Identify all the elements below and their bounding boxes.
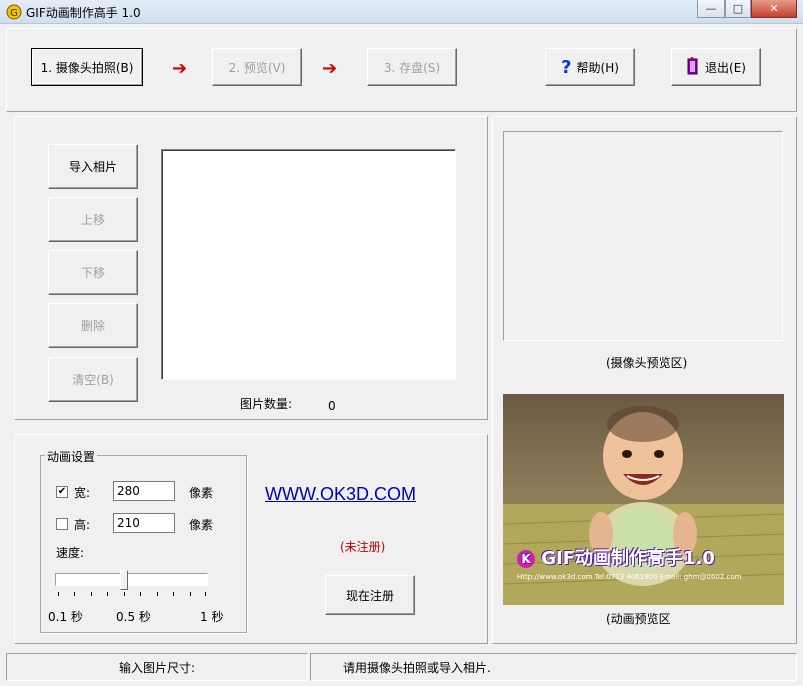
slider-tick xyxy=(140,592,141,596)
arrow-right-icon: ➔ xyxy=(322,58,338,79)
overlay-title: K GIF动画制作高手1.0 xyxy=(517,544,715,570)
help-button[interactable]: ? 帮助(H) xyxy=(545,48,635,86)
width-label: 宽: xyxy=(74,486,91,500)
slider-tick xyxy=(58,592,59,596)
height-label: 高: xyxy=(74,518,91,532)
question-mark-icon: ? xyxy=(561,56,572,78)
website-link[interactable]: WWW.OK3D.COM xyxy=(265,484,416,505)
preview-button[interactable]: 2. 预览(V) xyxy=(212,48,302,86)
status-left-text: 输入图片尺寸: xyxy=(118,660,196,675)
slider-tick xyxy=(205,592,206,596)
help-label: 帮助(H) xyxy=(576,60,619,75)
import-photo-button[interactable]: 导入相片 xyxy=(48,144,138,189)
animation-preview-image: K GIF动画制作高手1.0 Http://www.ok3d.com Tel:0… xyxy=(503,394,784,605)
speed-min-label: 0.1 秒 xyxy=(48,610,83,624)
window-title: GIF动画制作高手 1.0 xyxy=(26,6,141,20)
image-count-value: 0 xyxy=(328,399,336,413)
slider-tick xyxy=(74,592,75,596)
height-input[interactable] xyxy=(113,513,175,533)
move-down-button[interactable]: 下移 xyxy=(48,250,138,295)
close-button[interactable]: ✕ xyxy=(751,0,797,18)
k-logo-icon: K xyxy=(517,550,535,568)
image-list[interactable] xyxy=(161,149,456,380)
unregistered-label: (未注册) xyxy=(340,540,386,554)
door-exit-icon xyxy=(686,56,700,78)
svg-text:G: G xyxy=(10,8,18,19)
register-now-button[interactable]: 现在注册 xyxy=(325,575,415,615)
speed-slider-track[interactable] xyxy=(55,573,208,586)
speed-max-label: 1 秒 xyxy=(200,610,224,624)
image-count-label: 图片数量: xyxy=(240,397,293,411)
delete-button[interactable]: 删除 xyxy=(48,303,138,348)
status-bar-right: 请用摄像头拍照或导入相片. xyxy=(310,653,797,681)
overlay-contact: Http://www.ok3d.com Tel:0713 4061900 Ema… xyxy=(517,573,742,581)
height-checkbox[interactable] xyxy=(56,518,68,530)
slider-tick xyxy=(190,592,191,596)
slider-tick xyxy=(107,592,108,596)
camera-preview-area xyxy=(503,131,783,341)
animation-preview-caption: (动画预览区 xyxy=(606,612,671,626)
speed-mid-label: 0.5 秒 xyxy=(116,610,151,624)
arrow-right-icon: ➔ xyxy=(172,58,188,79)
status-bar-left: 输入图片尺寸: xyxy=(6,653,308,681)
width-unit: 像素 xyxy=(189,486,214,500)
speed-slider-thumb[interactable] xyxy=(120,570,129,590)
width-checkbox[interactable]: ✔ xyxy=(56,486,68,498)
clear-button[interactable]: 清空(B) xyxy=(48,357,138,402)
speed-label: 速度: xyxy=(56,546,85,560)
exit-label: 退出(E) xyxy=(705,60,746,75)
capture-photo-button[interactable]: 1. 摄像头拍照(B) xyxy=(31,48,143,86)
height-unit: 像素 xyxy=(189,518,214,532)
slider-tick xyxy=(124,592,125,596)
save-button[interactable]: 3. 存盘(S) xyxy=(367,48,457,86)
status-right-text: 请用摄像头拍照或导入相片. xyxy=(343,660,491,675)
camera-preview-caption: (摄像头预览区) xyxy=(606,356,688,370)
slider-tick xyxy=(173,592,174,596)
minimize-button[interactable]: — xyxy=(697,0,725,18)
move-up-button[interactable]: 上移 xyxy=(48,197,138,242)
maximize-button[interactable]: □ xyxy=(725,0,751,18)
slider-tick xyxy=(91,592,92,596)
exit-button[interactable]: 退出(E) xyxy=(671,48,761,86)
width-input[interactable] xyxy=(113,481,175,501)
slider-tick xyxy=(157,592,158,596)
app-icon: G xyxy=(6,4,22,20)
animation-settings-title: 动画设置 xyxy=(45,448,98,465)
